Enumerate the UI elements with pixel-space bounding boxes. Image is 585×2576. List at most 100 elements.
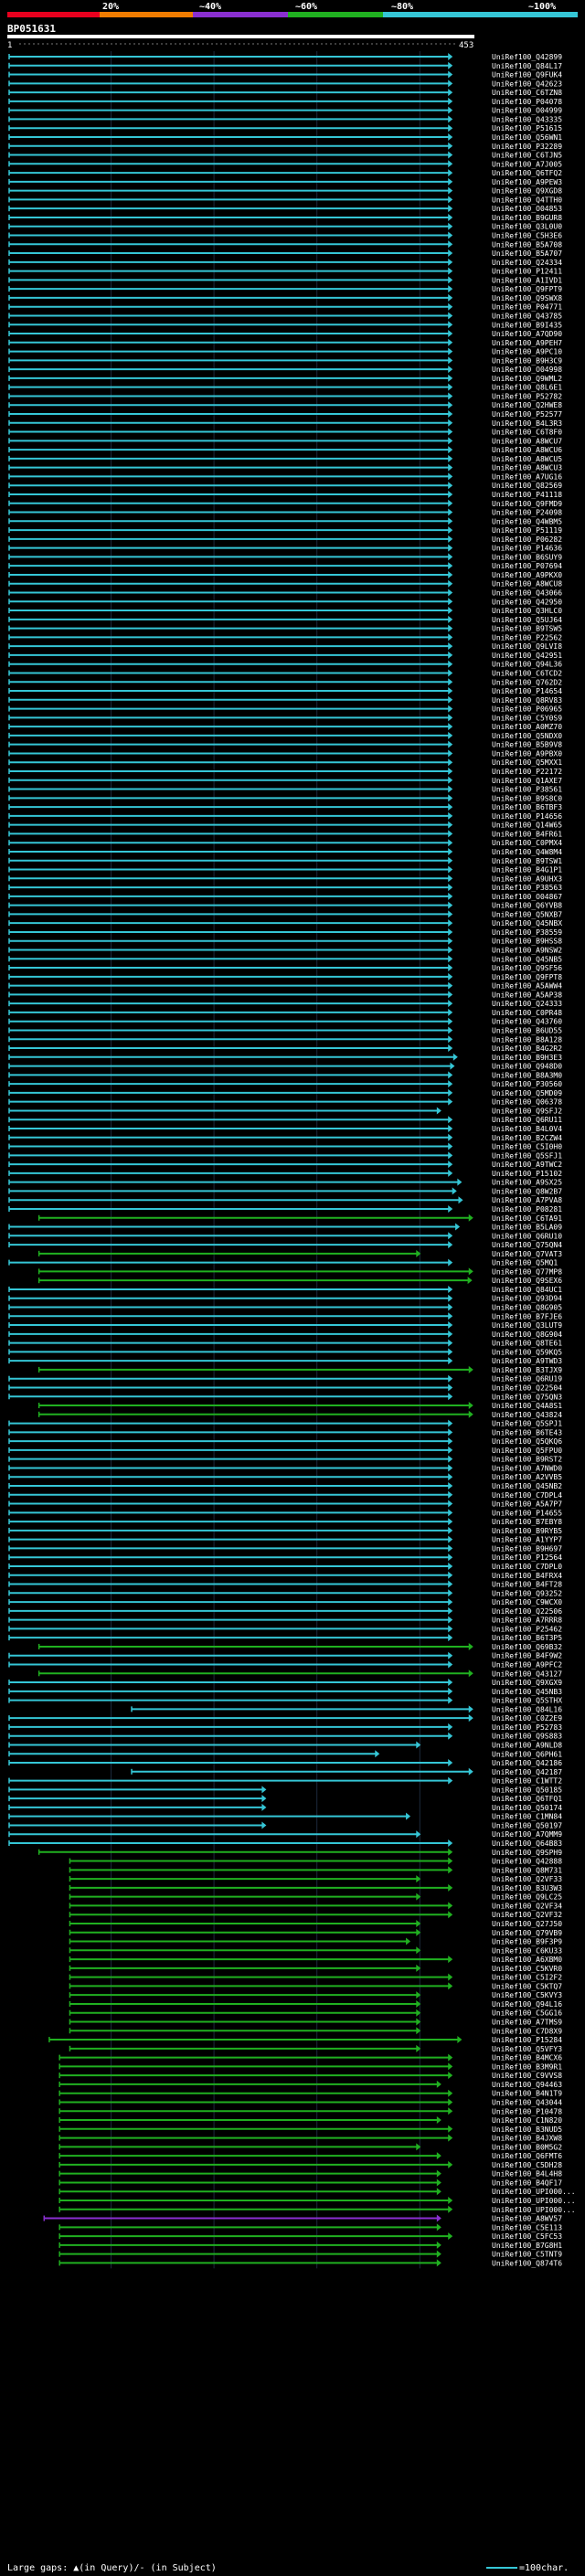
hit-label[interactable]: UniRef100_A9PFC2 — [492, 1661, 562, 1670]
hit-label[interactable]: UniRef100_Q5NDX0 — [492, 732, 562, 740]
hit-label[interactable]: UniRef100_Q22504 — [492, 1383, 562, 1392]
hit-label[interactable]: UniRef100_C5E113 — [492, 2223, 562, 2231]
hit-label[interactable]: UniRef100_P41118 — [492, 491, 562, 499]
hit-label[interactable]: UniRef100_Q5QKQ6 — [492, 1437, 562, 1446]
hit-label[interactable]: UniRef100_P15102 — [492, 1170, 562, 1178]
hit-label[interactable]: UniRef100_B6T3P5 — [492, 1634, 562, 1642]
hit-label[interactable]: UniRef100_Q50197 — [492, 1821, 562, 1829]
hit-label[interactable]: UniRef100_P52783 — [492, 1723, 562, 1732]
hit-label[interactable]: UniRef100_Q5MXX1 — [492, 758, 562, 767]
hit-label[interactable]: UniRef100_C5GG16 — [492, 2009, 562, 2018]
hit-label[interactable]: UniRef100_Q75QN4 — [492, 1241, 562, 1249]
hit-label[interactable]: UniRef100_Q5SPJ1 — [492, 1420, 562, 1428]
hit-label[interactable]: UniRef100_B7FJE6 — [492, 1312, 562, 1320]
hit-label[interactable]: UniRef100_P07694 — [492, 562, 562, 570]
hit-label[interactable]: UniRef100_C6T8F0 — [492, 429, 562, 437]
hit-label[interactable]: UniRef100_C0PR48 — [492, 1009, 562, 1017]
hit-label[interactable]: UniRef100_B3NUD5 — [492, 2125, 562, 2134]
hit-label[interactable]: UniRef100_B6UD55 — [492, 1026, 562, 1034]
hit-label[interactable]: UniRef100_Q6TFQ2 — [492, 169, 562, 177]
hit-label[interactable]: UniRef100_Q6PH61 — [492, 1750, 562, 1758]
hit-label[interactable]: UniRef100_Q9FPT9 — [492, 285, 562, 293]
hit-label[interactable]: UniRef100_C5KVY3 — [492, 1991, 562, 1999]
hit-label[interactable]: UniRef100_Q5STHX — [492, 1697, 562, 1705]
hit-label[interactable]: UniRef100_Q42899 — [492, 53, 562, 61]
hit-label[interactable]: UniRef100_A5A7P7 — [492, 1500, 562, 1509]
hit-label[interactable]: UniRef100_Q2HWE8 — [492, 401, 562, 409]
hit-label[interactable]: UniRef100_B9F3P9 — [492, 1938, 562, 1946]
hit-label[interactable]: UniRef100_C1WTT2 — [492, 1777, 562, 1786]
hit-label[interactable]: UniRef100_Q8G905 — [492, 1304, 562, 1312]
hit-label[interactable]: UniRef100_Q6TFQ1 — [492, 1795, 562, 1803]
hit-label[interactable]: UniRef100_P14636 — [492, 545, 562, 553]
hit-label[interactable]: UniRef100_C6TJN5 — [492, 152, 562, 160]
hit-label[interactable]: UniRef100_P12564 — [492, 1553, 562, 1562]
hit-label[interactable]: UniRef100_B4L3R3 — [492, 419, 562, 428]
hit-label[interactable]: UniRef100_Q5FPU0 — [492, 1447, 562, 1455]
hit-label[interactable]: UniRef100_Q43760 — [492, 1018, 562, 1026]
hit-label[interactable]: UniRef100_P52577 — [492, 410, 562, 419]
hit-label[interactable]: UniRef100_Q9LVI8 — [492, 642, 562, 651]
hit-label[interactable]: UniRef100_B9RST2 — [492, 1456, 562, 1464]
hit-label[interactable]: UniRef100_Q50174 — [492, 1804, 562, 1812]
hit-label[interactable]: UniRef100_Q27J50 — [492, 1920, 562, 1928]
hit-label[interactable]: UniRef100_Q762D2 — [492, 678, 562, 686]
hit-label[interactable]: UniRef100_P15284 — [492, 2036, 562, 2044]
hit-label[interactable]: UniRef100_Q64B83 — [492, 1839, 562, 1848]
hit-label[interactable]: UniRef100_C1MN84 — [492, 1813, 562, 1821]
hit-label[interactable]: UniRef100_C5H3E6 — [492, 232, 562, 240]
hit-label[interactable]: UniRef100_Q6RU10 — [492, 1232, 562, 1240]
hit-label[interactable]: UniRef100_UPI000... — [492, 2206, 576, 2214]
hit-label[interactable]: UniRef100_Q9S883 — [492, 1733, 562, 1741]
hit-label[interactable]: UniRef100_A5AWW4 — [492, 982, 562, 991]
hit-label[interactable]: UniRef100_Q9SEX6 — [492, 1277, 562, 1285]
hit-label[interactable]: UniRef100_B9I435 — [492, 321, 562, 329]
hit-label[interactable]: UniRef100_A7TMS9 — [492, 2019, 562, 2027]
hit-label[interactable]: UniRef100_Q59KQ5 — [492, 1348, 562, 1356]
hit-label[interactable]: UniRef100_B9H3E3 — [492, 1054, 562, 1062]
hit-label[interactable]: UniRef100_Q3L0U0 — [492, 223, 562, 231]
hit-label[interactable]: UniRef100_Q42888 — [492, 1858, 562, 1866]
hit-label[interactable]: UniRef100_B9TSW1 — [492, 857, 562, 865]
hit-label[interactable]: UniRef100_Q1AXE7 — [492, 777, 562, 785]
hit-label[interactable]: UniRef100_C0PMX4 — [492, 839, 562, 847]
hit-label[interactable]: UniRef100_B4MCX6 — [492, 2054, 562, 2062]
hit-label[interactable]: UniRef100_A8WCU3 — [492, 464, 562, 472]
hit-label[interactable]: UniRef100_A9TWC2 — [492, 1161, 562, 1169]
hit-label[interactable]: UniRef100_C6TA91 — [492, 1214, 562, 1223]
hit-label[interactable]: UniRef100_B5B9V8 — [492, 741, 562, 749]
hit-label[interactable]: UniRef100_B2CZW4 — [492, 1134, 562, 1142]
hit-label[interactable]: UniRef100_Q8L6E1 — [492, 384, 562, 392]
hit-label[interactable]: UniRef100_A9NSW2 — [492, 947, 562, 955]
hit-label[interactable]: UniRef100_B9H697 — [492, 1544, 562, 1553]
hit-label[interactable]: UniRef100_C6KU33 — [492, 1946, 562, 1955]
hit-label[interactable]: UniRef100_Q9SPH9 — [492, 1849, 562, 1857]
hit-label[interactable]: UniRef100_Q2VF33 — [492, 1875, 562, 1883]
hit-label[interactable]: UniRef100_Q24333 — [492, 1000, 562, 1008]
hit-label[interactable]: UniRef100_Q43066 — [492, 589, 562, 598]
hit-label[interactable]: UniRef100_A9PC10 — [492, 348, 562, 356]
hit-label[interactable]: UniRef100_B4N1T9 — [492, 2090, 562, 2098]
hit-label[interactable]: UniRef100_Q75QN3 — [492, 1393, 562, 1401]
hit-label[interactable]: UniRef100_UPI000... — [492, 2197, 576, 2205]
hit-label[interactable]: UniRef100_A9NLD8 — [492, 1741, 562, 1749]
hit-label[interactable]: UniRef100_B4QF17 — [492, 2178, 562, 2187]
hit-label[interactable]: UniRef100_Q9FPT8 — [492, 973, 562, 981]
hit-label[interactable]: UniRef100_C7D8X9 — [492, 2027, 562, 2035]
hit-label[interactable]: UniRef100_A7UG16 — [492, 472, 562, 481]
hit-label[interactable]: UniRef100_Q84L16 — [492, 1705, 562, 1713]
hit-label[interactable]: UniRef100_Q8TE61 — [492, 1340, 562, 1348]
hit-label[interactable]: UniRef100_A7NWD0 — [492, 1464, 562, 1472]
hit-label[interactable]: UniRef100_P12411 — [492, 268, 562, 276]
hit-label[interactable]: UniRef100_Q43127 — [492, 1670, 562, 1678]
hit-label[interactable]: UniRef100_Q94L36 — [492, 661, 562, 669]
hit-label[interactable]: UniRef100_C5KVR0 — [492, 1965, 562, 1973]
hit-label[interactable]: UniRef100_C5I0H0 — [492, 1143, 562, 1151]
hit-label[interactable]: UniRef100_P08281 — [492, 1205, 562, 1214]
hit-label[interactable]: UniRef100_Q42950 — [492, 598, 562, 606]
hit-label[interactable]: UniRef100_B4G1P1 — [492, 866, 562, 875]
hit-label[interactable]: UniRef100_B3U3W3 — [492, 1884, 562, 1892]
hit-label[interactable]: UniRef100_P22562 — [492, 633, 562, 641]
hit-label[interactable]: UniRef100_B6TE43 — [492, 1428, 562, 1436]
hit-label[interactable]: UniRef100_A9PEW3 — [492, 178, 562, 186]
